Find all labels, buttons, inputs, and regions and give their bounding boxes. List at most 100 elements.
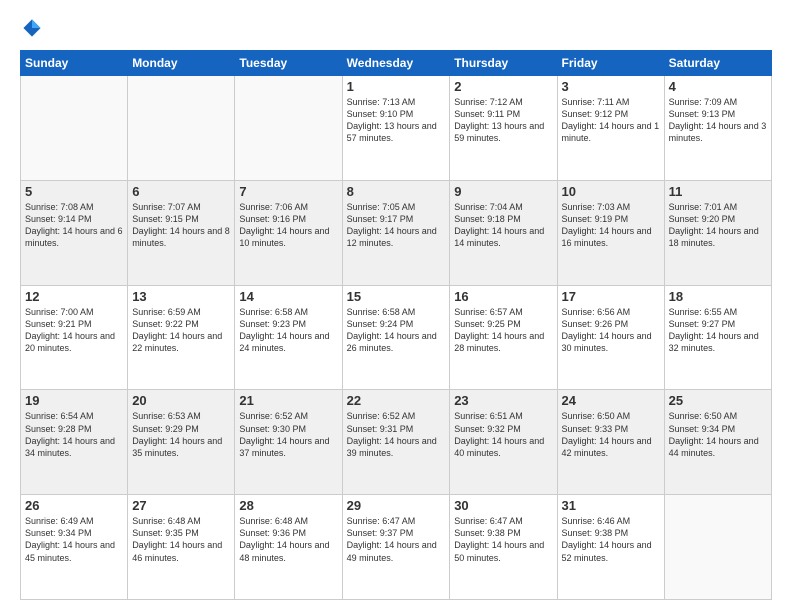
day-number: 29	[347, 498, 446, 513]
day-number: 17	[562, 289, 660, 304]
day-info: Sunrise: 6:52 AM Sunset: 9:31 PM Dayligh…	[347, 410, 446, 459]
calendar-cell: 2Sunrise: 7:12 AM Sunset: 9:11 PM Daylig…	[450, 76, 557, 181]
calendar-cell: 19 Sunrise: 6:54 AM Sunset: 9:28 PM Dayli…	[21, 390, 128, 495]
day-number: 25	[669, 393, 767, 408]
calendar-cell: 29 Sunrise: 6:47 AM Sunset: 9:37 PM Dayli…	[342, 495, 450, 600]
calendar-week-row: 5Sunrise: 7:08 AM Sunset: 9:14 PM Daylig…	[21, 180, 772, 285]
day-info: Sunrise: 6:54 AM Sunset: 9:28 PM Dayligh…	[25, 410, 123, 459]
day-info: Sunrise: 6:51 AM Sunset: 9:32 PM Dayligh…	[454, 410, 552, 459]
calendar-cell: 4 Sunrise: 7:09 AM Sunset: 9:13 PM Daylig…	[664, 76, 771, 181]
day-number: 23	[454, 393, 552, 408]
weekday-header-monday: Monday	[128, 51, 235, 76]
day-info: Sunrise: 6:58 AM Sunset: 9:23 PM Dayligh…	[239, 306, 337, 355]
calendar-cell: 30 Sunrise: 6:47 AM Sunset: 9:38 PM Dayli…	[450, 495, 557, 600]
weekday-header-saturday: Saturday	[664, 51, 771, 76]
day-info: Sunrise: 6:48 AM Sunset: 9:36 PM Dayligh…	[239, 515, 337, 564]
day-info: Sunrise: 7:01 AM Sunset: 9:20 PM Dayligh…	[669, 201, 767, 250]
day-info: Sunrise: 6:57 AM Sunset: 9:25 PM Dayligh…	[454, 306, 552, 355]
page: SundayMondayTuesdayWednesdayThursdayFrid…	[0, 0, 792, 612]
day-number: 19	[25, 393, 123, 408]
day-info: Sunrise: 7:05 AM Sunset: 9:17 PM Dayligh…	[347, 201, 446, 250]
day-info: Sunrise: 7:00 AM Sunset: 9:21 PM Dayligh…	[25, 306, 123, 355]
day-number: 2	[454, 79, 552, 94]
day-info: Sunrise: 6:56 AM Sunset: 9:26 PM Dayligh…	[562, 306, 660, 355]
calendar-cell: 7 Sunrise: 7:06 AM Sunset: 9:16 PM Daylig…	[235, 180, 342, 285]
day-info: Sunrise: 6:58 AM Sunset: 9:24 PM Dayligh…	[347, 306, 446, 355]
day-number: 14	[239, 289, 337, 304]
day-number: 5	[25, 184, 123, 199]
logo	[20, 16, 48, 40]
calendar-cell: 23 Sunrise: 6:51 AM Sunset: 9:32 PM Dayli…	[450, 390, 557, 495]
calendar-cell	[128, 76, 235, 181]
day-info: Sunrise: 7:09 AM Sunset: 9:13 PM Dayligh…	[669, 96, 767, 145]
logo-icon	[20, 16, 44, 40]
day-info: Sunrise: 6:49 AM Sunset: 9:34 PM Dayligh…	[25, 515, 123, 564]
day-number: 22	[347, 393, 446, 408]
calendar-week-row: 19 Sunrise: 6:54 AM Sunset: 9:28 PM Dayli…	[21, 390, 772, 495]
calendar-cell: 24 Sunrise: 6:50 AM Sunset: 9:33 PM Dayli…	[557, 390, 664, 495]
day-number: 27	[132, 498, 230, 513]
calendar-cell: 14 Sunrise: 6:58 AM Sunset: 9:23 PM Dayli…	[235, 285, 342, 390]
calendar-cell: 17 Sunrise: 6:56 AM Sunset: 9:26 PM Dayli…	[557, 285, 664, 390]
day-number: 26	[25, 498, 123, 513]
calendar-week-row: 1 Sunrise: 7:13 AM Sunset: 9:10 PM Daylig…	[21, 76, 772, 181]
calendar-cell: 22 Sunrise: 6:52 AM Sunset: 9:31 PM Dayli…	[342, 390, 450, 495]
day-info: Sunrise: 6:48 AM Sunset: 9:35 PM Dayligh…	[132, 515, 230, 564]
calendar-cell: 12 Sunrise: 7:00 AM Sunset: 9:21 PM Dayli…	[21, 285, 128, 390]
day-info: Sunrise: 6:59 AM Sunset: 9:22 PM Dayligh…	[132, 306, 230, 355]
weekday-header-tuesday: Tuesday	[235, 51, 342, 76]
calendar-cell: 6 Sunrise: 7:07 AM Sunset: 9:15 PM Daylig…	[128, 180, 235, 285]
calendar-cell: 5Sunrise: 7:08 AM Sunset: 9:14 PM Daylig…	[21, 180, 128, 285]
day-info: Sunrise: 6:46 AM Sunset: 9:38 PM Dayligh…	[562, 515, 660, 564]
day-number: 6	[132, 184, 230, 199]
day-number: 20	[132, 393, 230, 408]
calendar-cell: 27 Sunrise: 6:48 AM Sunset: 9:35 PM Dayli…	[128, 495, 235, 600]
day-number: 12	[25, 289, 123, 304]
day-number: 7	[239, 184, 337, 199]
calendar-cell	[21, 76, 128, 181]
day-info: Sunrise: 7:07 AM Sunset: 9:15 PM Dayligh…	[132, 201, 230, 250]
calendar-cell: 11 Sunrise: 7:01 AM Sunset: 9:20 PM Dayli…	[664, 180, 771, 285]
day-number: 1	[347, 79, 446, 94]
day-number: 31	[562, 498, 660, 513]
day-info: Sunrise: 6:47 AM Sunset: 9:38 PM Dayligh…	[454, 515, 552, 564]
day-number: 8	[347, 184, 446, 199]
day-number: 10	[562, 184, 660, 199]
calendar-cell: 25 Sunrise: 6:50 AM Sunset: 9:34 PM Dayli…	[664, 390, 771, 495]
day-number: 16	[454, 289, 552, 304]
day-info: Sunrise: 6:50 AM Sunset: 9:34 PM Dayligh…	[669, 410, 767, 459]
weekday-header-thursday: Thursday	[450, 51, 557, 76]
day-number: 4	[669, 79, 767, 94]
calendar-cell: 13Sunrise: 6:59 AM Sunset: 9:22 PM Dayli…	[128, 285, 235, 390]
calendar-cell	[235, 76, 342, 181]
calendar-cell: 28 Sunrise: 6:48 AM Sunset: 9:36 PM Dayli…	[235, 495, 342, 600]
weekday-header-row: SundayMondayTuesdayWednesdayThursdayFrid…	[21, 51, 772, 76]
calendar-table: SundayMondayTuesdayWednesdayThursdayFrid…	[20, 50, 772, 600]
day-number: 15	[347, 289, 446, 304]
weekday-header-friday: Friday	[557, 51, 664, 76]
day-info: Sunrise: 6:53 AM Sunset: 9:29 PM Dayligh…	[132, 410, 230, 459]
day-number: 9	[454, 184, 552, 199]
calendar-cell	[664, 495, 771, 600]
calendar-cell: 1 Sunrise: 7:13 AM Sunset: 9:10 PM Daylig…	[342, 76, 450, 181]
day-info: Sunrise: 7:13 AM Sunset: 9:10 PM Dayligh…	[347, 96, 446, 145]
calendar-cell: 10 Sunrise: 7:03 AM Sunset: 9:19 PM Dayli…	[557, 180, 664, 285]
day-number: 24	[562, 393, 660, 408]
calendar-cell: 8 Sunrise: 7:05 AM Sunset: 9:17 PM Daylig…	[342, 180, 450, 285]
day-info: Sunrise: 7:04 AM Sunset: 9:18 PM Dayligh…	[454, 201, 552, 250]
calendar-cell: 9 Sunrise: 7:04 AM Sunset: 9:18 PM Daylig…	[450, 180, 557, 285]
day-info: Sunrise: 7:03 AM Sunset: 9:19 PM Dayligh…	[562, 201, 660, 250]
day-number: 21	[239, 393, 337, 408]
day-info: Sunrise: 6:47 AM Sunset: 9:37 PM Dayligh…	[347, 515, 446, 564]
calendar-week-row: 26 Sunrise: 6:49 AM Sunset: 9:34 PM Dayli…	[21, 495, 772, 600]
day-info: Sunrise: 6:50 AM Sunset: 9:33 PM Dayligh…	[562, 410, 660, 459]
calendar-cell: 16 Sunrise: 6:57 AM Sunset: 9:25 PM Dayli…	[450, 285, 557, 390]
header	[20, 16, 772, 40]
day-number: 11	[669, 184, 767, 199]
day-info: Sunrise: 6:55 AM Sunset: 9:27 PM Dayligh…	[669, 306, 767, 355]
day-info: Sunrise: 7:06 AM Sunset: 9:16 PM Dayligh…	[239, 201, 337, 250]
day-number: 3	[562, 79, 660, 94]
calendar-cell: 26 Sunrise: 6:49 AM Sunset: 9:34 PM Dayli…	[21, 495, 128, 600]
day-number: 28	[239, 498, 337, 513]
day-number: 30	[454, 498, 552, 513]
